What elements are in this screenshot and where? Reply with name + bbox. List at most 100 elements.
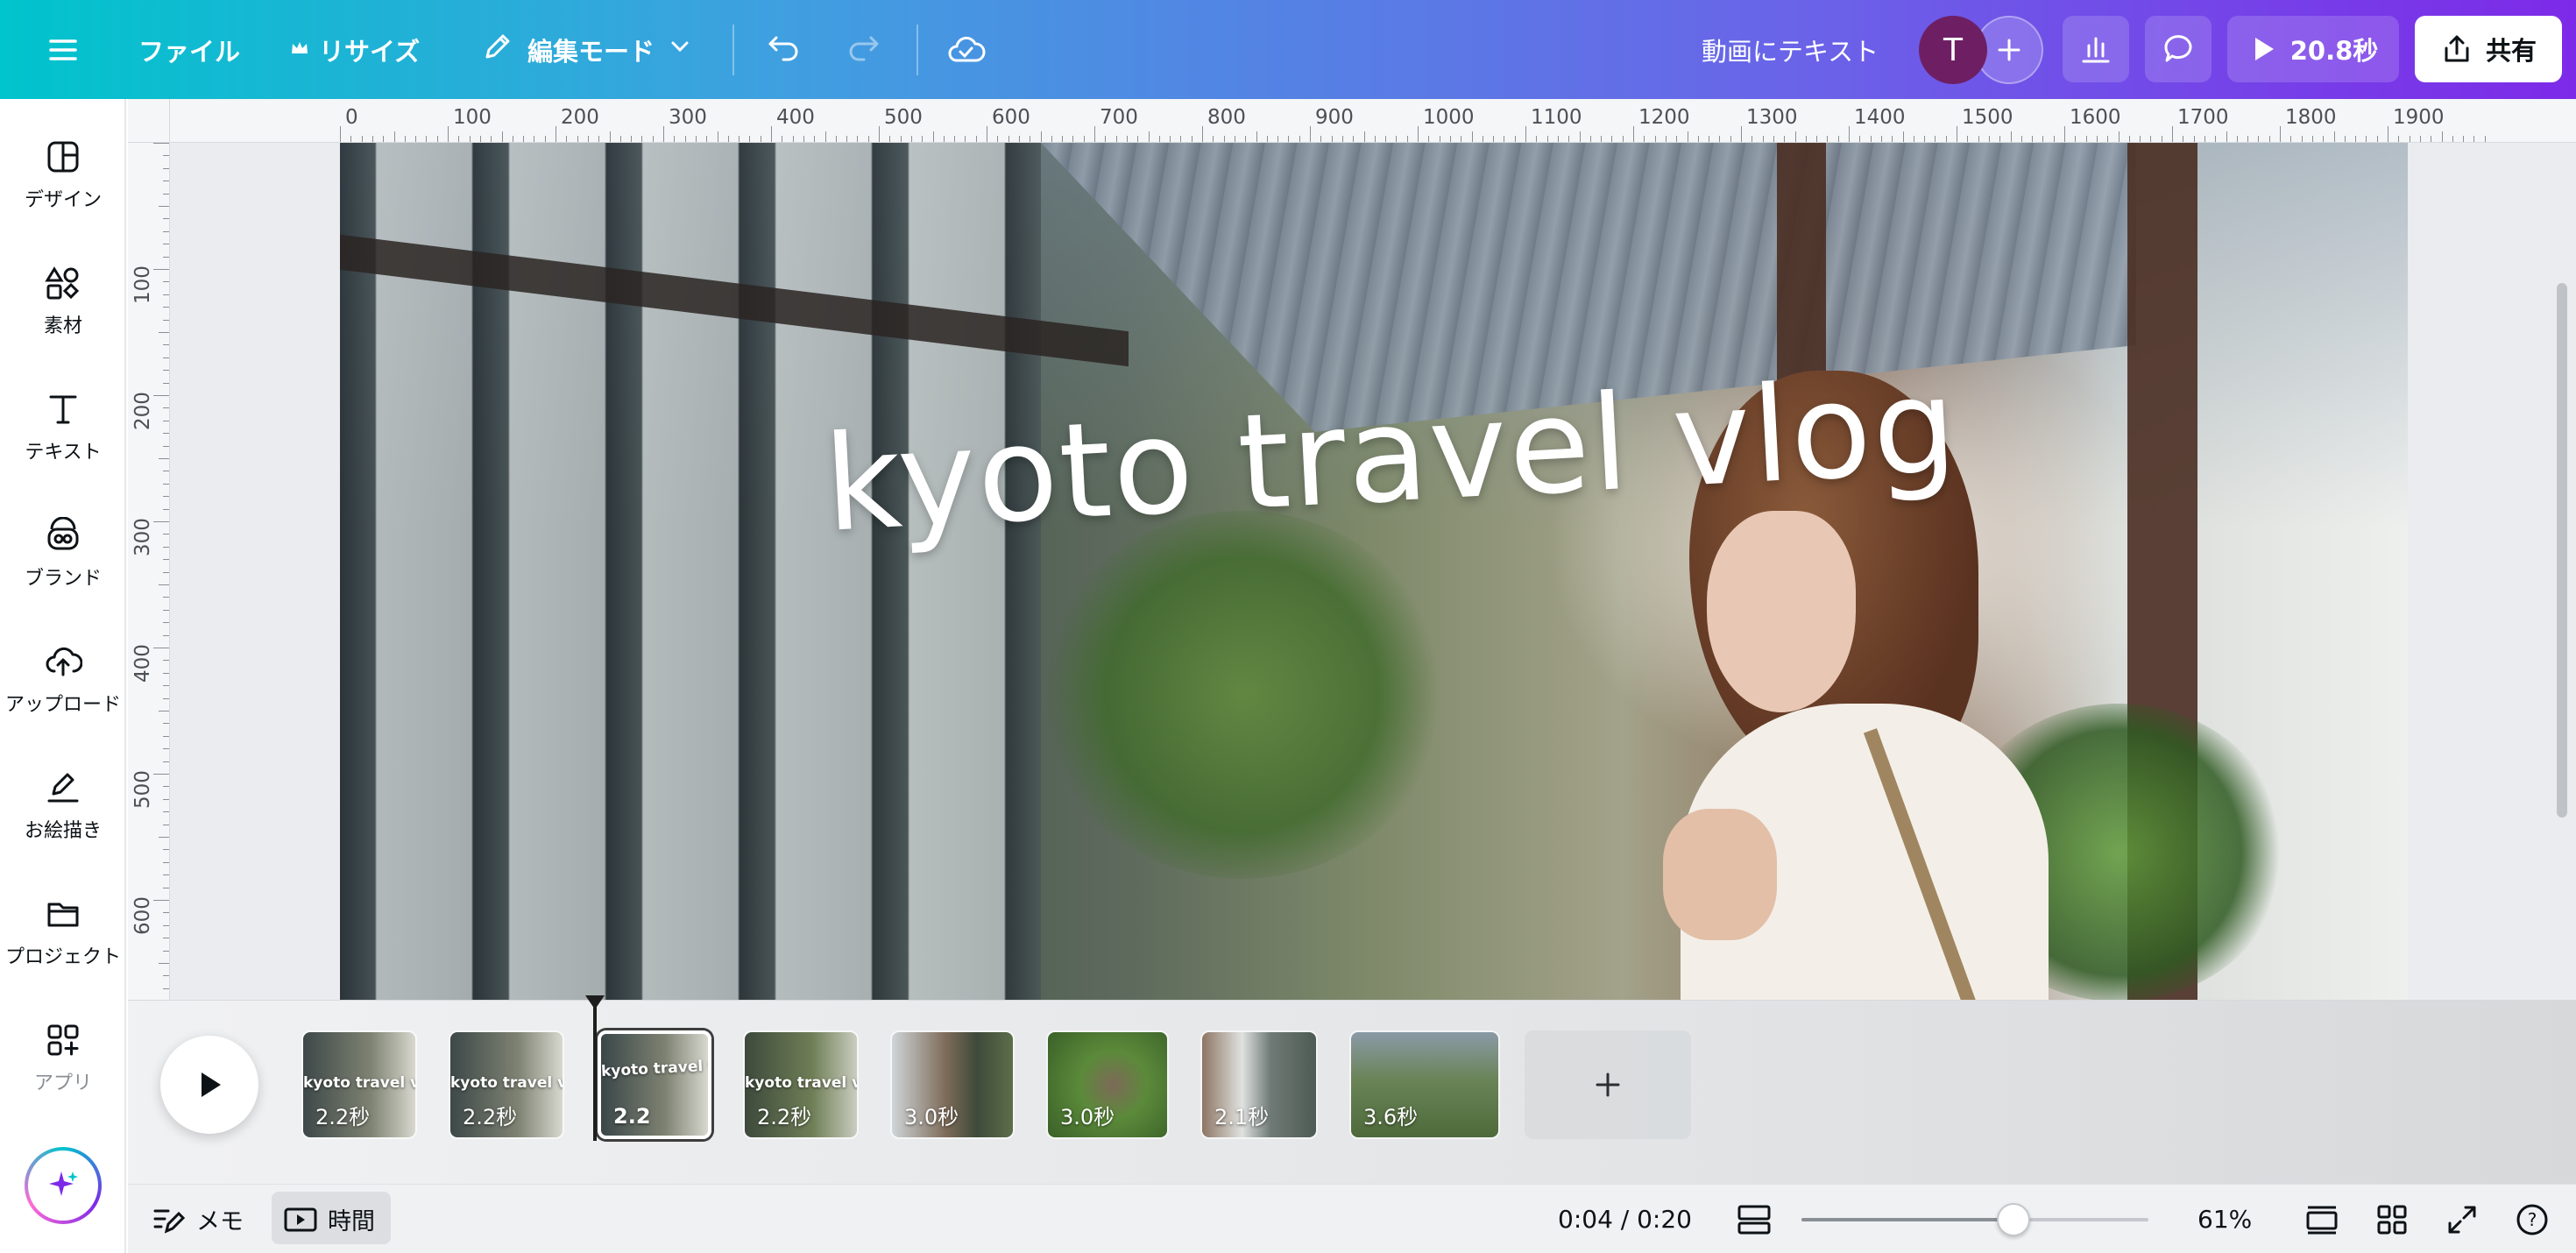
- clip-duration: 3.0秒: [1060, 1105, 1115, 1129]
- ruler-horizontal[interactable]: 0 100 200 300 400 500 600 700 800 900 1000 1100 1200…: [128, 99, 2576, 143]
- playhead-line[interactable]: [593, 1001, 597, 1141]
- ruler-top-label: 400: [776, 106, 815, 129]
- help-icon: ?: [2516, 1204, 2548, 1235]
- timeline-clip-7[interactable]: 2.1秒: [1200, 1030, 1318, 1139]
- timeline-play-button[interactable]: [160, 1036, 258, 1134]
- timeline-clip-3-selected[interactable]: kyoto travel vlog 2.2: [598, 1030, 711, 1139]
- cloud-saved-icon[interactable]: [946, 0, 987, 99]
- ruler-left-label: 300: [131, 518, 154, 556]
- magic-assistant-button[interactable]: [25, 1147, 102, 1224]
- shapes-icon: [45, 266, 80, 300]
- grid-view-icon[interactable]: [2366, 1185, 2418, 1253]
- present-play-button[interactable]: 20.8秒: [2227, 16, 2399, 82]
- fullscreen-icon[interactable]: [2436, 1185, 2488, 1253]
- clip-duration: 2.2秒: [757, 1105, 812, 1129]
- notes-button[interactable]: メモ: [152, 1185, 244, 1253]
- ruler-top-label: 0: [345, 106, 358, 129]
- ruler-top-label: 100: [453, 106, 492, 129]
- ruler-top-label: 800: [1207, 106, 1246, 129]
- notes-icon: [153, 1209, 186, 1234]
- edit-mode-dropdown[interactable]: 編集モード: [480, 0, 693, 99]
- share-upload-icon: [2445, 35, 2469, 62]
- zoom-slider-knob[interactable]: [1997, 1203, 2030, 1236]
- share-label: 共有: [2485, 36, 2537, 66]
- photo-person-face: [1707, 511, 1856, 712]
- ruler-left-label: 600: [131, 896, 154, 935]
- ruler-top-label: 1300: [1746, 106, 1798, 129]
- zoom-slider[interactable]: [1801, 1203, 2148, 1236]
- ruler-left-label: 100: [131, 265, 154, 304]
- sidebar-item-projects[interactable]: プロジェクト: [0, 875, 126, 989]
- text-icon: [49, 395, 77, 424]
- sidebar-item-label: ブランド: [24, 568, 102, 590]
- sidebar-item-brand[interactable]: ブランド: [0, 497, 126, 611]
- play-icon: [2254, 38, 2274, 60]
- resize-button[interactable]: リサイズ: [289, 0, 420, 99]
- ruler-top-label: 1700: [2177, 106, 2229, 129]
- sidebar-item-label: デザイン: [24, 189, 102, 211]
- sidebar-item-label: 素材: [43, 315, 82, 337]
- vertical-scrollbar[interactable]: [2557, 283, 2567, 818]
- timeline-clip-4[interactable]: kyoto travel vlog 2.2秒: [743, 1030, 859, 1139]
- sidebar-item-design[interactable]: デザイン: [0, 118, 126, 232]
- left-sidebar: デザイン 素材 テキスト ブランド アップロード お絵描き プロジェクト アプリ: [0, 99, 126, 1253]
- bottom-status-bar: メモ 時間 0:04 / 0:20 61% ?: [128, 1184, 2576, 1253]
- clip-title: kyoto travel vlog: [450, 1074, 563, 1092]
- ruler-top-label: 1500: [1962, 106, 2013, 129]
- redo-icon[interactable]: [845, 0, 883, 99]
- canvas-workspace: 0 100 200 300 400 500 600 700 800 900 1000 1100 1200…: [128, 99, 2576, 1000]
- timeline-clip-8[interactable]: 3.6秒: [1349, 1030, 1500, 1139]
- resize-label: リサイズ: [319, 36, 421, 67]
- top-toolbar: ファイル リサイズ 編集モード 動画にテキスト T 20.8秒 共有: [0, 0, 2576, 99]
- pages-view-icon[interactable]: [2296, 1185, 2348, 1253]
- sidebar-item-apps[interactable]: アプリ: [0, 1002, 126, 1115]
- apps-icon: [47, 1024, 79, 1056]
- video-text-button[interactable]: 動画にテキスト: [1702, 0, 1879, 99]
- insights-button[interactable]: [2063, 16, 2129, 82]
- design-canvas[interactable]: kyoto travel vlog: [340, 143, 2408, 1000]
- menu-icon[interactable]: [46, 0, 81, 99]
- ruler-left-label: 200: [131, 392, 154, 430]
- timing-label: 時間: [328, 1208, 375, 1235]
- sidebar-item-draw[interactable]: お絵描き: [0, 749, 126, 863]
- photo-person-hand: [1663, 809, 1777, 940]
- ruler-vertical[interactable]: 100200300400500600700800: [128, 143, 170, 1000]
- timecode: 0:04 / 0:20: [1558, 1205, 1692, 1234]
- sparkle-icon: [49, 1172, 78, 1196]
- ruler-top-label: 1800: [2285, 106, 2337, 129]
- timing-button[interactable]: 時間: [284, 1185, 375, 1253]
- comment-button[interactable]: [2145, 16, 2212, 82]
- user-avatar[interactable]: T: [1919, 16, 1987, 84]
- sidebar-item-text[interactable]: テキスト: [0, 371, 126, 485]
- photo-greenery: [1041, 511, 1444, 879]
- help-button[interactable]: ?: [2506, 1185, 2558, 1253]
- file-menu[interactable]: ファイル: [138, 0, 240, 99]
- undo-icon[interactable]: [764, 0, 803, 99]
- timeline-clip-5[interactable]: 3.0秒: [890, 1030, 1015, 1139]
- layout-view-icon[interactable]: [1728, 1185, 1780, 1253]
- timeline-clip-6[interactable]: 3.0秒: [1046, 1030, 1169, 1139]
- sidebar-item-elements[interactable]: 素材: [0, 244, 126, 358]
- sidebar-item-label: テキスト: [25, 442, 102, 464]
- sidebar-item-uploads[interactable]: アップロード: [0, 623, 126, 737]
- add-clip-button[interactable]: [1525, 1030, 1691, 1139]
- toolbar-divider: [916, 25, 918, 75]
- ruler-top-label: 600: [992, 106, 1030, 129]
- ruler-top-label: 200: [561, 106, 599, 129]
- zoom-slider-fill: [1801, 1218, 2013, 1221]
- clip-title: kyoto travel vlog: [745, 1074, 857, 1092]
- ruler-left-label: 500: [131, 770, 154, 809]
- clip-duration: 2.2秒: [463, 1105, 518, 1129]
- layout-icon: [47, 141, 79, 173]
- timeline-clip-2[interactable]: kyoto travel vlog 2.2秒: [449, 1030, 564, 1139]
- play-icon: [202, 1072, 221, 1097]
- clip-duration: 2.2秒: [315, 1105, 371, 1129]
- plus-icon: [1998, 39, 2020, 61]
- zoom-level[interactable]: 61%: [2197, 1185, 2252, 1253]
- sidebar-item-label: アプリ: [33, 1072, 92, 1094]
- clip-title: kyoto travel vlog: [303, 1074, 415, 1092]
- ruler-corner: [128, 99, 170, 143]
- share-button[interactable]: 共有: [2415, 16, 2562, 82]
- timeline-clip-1[interactable]: kyoto travel vlog 2.2秒: [301, 1030, 417, 1139]
- ruler-top-label: 900: [1315, 106, 1354, 129]
